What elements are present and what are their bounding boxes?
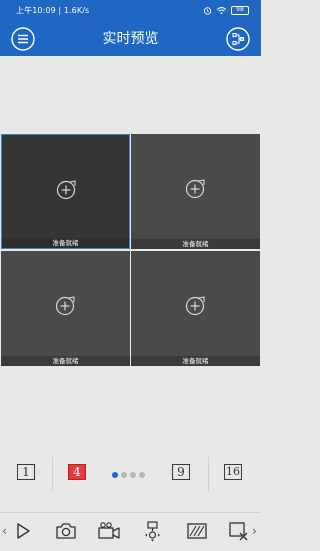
page-title: 实时预览 — [102, 31, 159, 47]
add-camera-icon — [55, 296, 75, 316]
status-time: 上午10:09 | 1.6K/s — [16, 6, 90, 15]
video-window-1[interactable]: 准备就绪 — [1, 134, 130, 249]
layout-selector: 1 4 9 16 — [0, 455, 261, 493]
camera-icon — [56, 523, 76, 539]
page-dot-4[interactable] — [139, 472, 145, 478]
layout-1-label: 1 — [17, 464, 35, 480]
battery-level: 98 — [236, 5, 244, 13]
scroll-left-icon[interactable]: ‹ — [2, 523, 10, 539]
video-window-4[interactable]: 准备就绪 — [131, 251, 260, 366]
layout-16-button[interactable]: 16 — [224, 464, 244, 482]
image-quality-button[interactable] — [184, 519, 210, 543]
page-dot-1[interactable] — [112, 472, 118, 478]
wifi-icon — [216, 6, 227, 14]
record-button[interactable] — [96, 519, 122, 543]
divider — [52, 457, 53, 491]
scroll-right-icon[interactable]: › — [252, 523, 260, 539]
add-camera-icon — [185, 179, 205, 199]
layout-9-label: 9 — [172, 464, 190, 480]
ptz-icon — [145, 521, 160, 542]
layout-4-button[interactable]: 4 — [68, 464, 88, 482]
close-all-icon — [229, 522, 248, 541]
tile-status: 准备就绪 — [1, 356, 130, 366]
layout-4-label: 4 — [68, 464, 86, 480]
tile-status: 准备就绪 — [131, 356, 260, 366]
page-indicator — [112, 472, 145, 478]
tile-status: 准备就绪 — [131, 239, 260, 249]
page-dot-3[interactable] — [130, 472, 136, 478]
status-bar: 上午10:09 | 1.6K/s 98 — [0, 0, 261, 22]
device-list-icon — [226, 27, 250, 51]
battery-icon: 98 — [231, 5, 249, 15]
add-camera-icon — [56, 180, 76, 200]
play-button[interactable] — [10, 519, 36, 543]
device-list-button[interactable] — [225, 26, 251, 52]
tile-status: 准备就绪 — [2, 238, 129, 248]
bottom-toolbar: ‹ › — [0, 512, 261, 551]
snapshot-button[interactable] — [53, 519, 79, 543]
layout-16-label: 16 — [224, 464, 242, 480]
close-all-button[interactable] — [226, 519, 252, 543]
alarm-icon — [203, 6, 212, 15]
app-header: 上午10:09 | 1.6K/s 98 实时预览 — [0, 0, 261, 56]
video-grid: 准备就绪 准备就绪 准备就绪 准备就绪 — [0, 133, 261, 366]
status-icons: 98 — [203, 4, 249, 16]
video-window-3[interactable]: 准备就绪 — [1, 251, 130, 366]
record-video-icon — [98, 522, 120, 539]
layout-9-button[interactable]: 9 — [172, 464, 192, 482]
layout-1-button[interactable]: 1 — [17, 464, 37, 482]
title-bar: 实时预览 — [0, 22, 261, 56]
play-icon — [17, 523, 30, 539]
add-camera-icon — [185, 296, 205, 316]
image-quality-icon — [187, 523, 207, 539]
ptz-button[interactable] — [140, 519, 166, 543]
page-dot-2[interactable] — [121, 472, 127, 478]
divider — [208, 457, 209, 491]
video-window-2[interactable]: 准备就绪 — [131, 134, 260, 249]
